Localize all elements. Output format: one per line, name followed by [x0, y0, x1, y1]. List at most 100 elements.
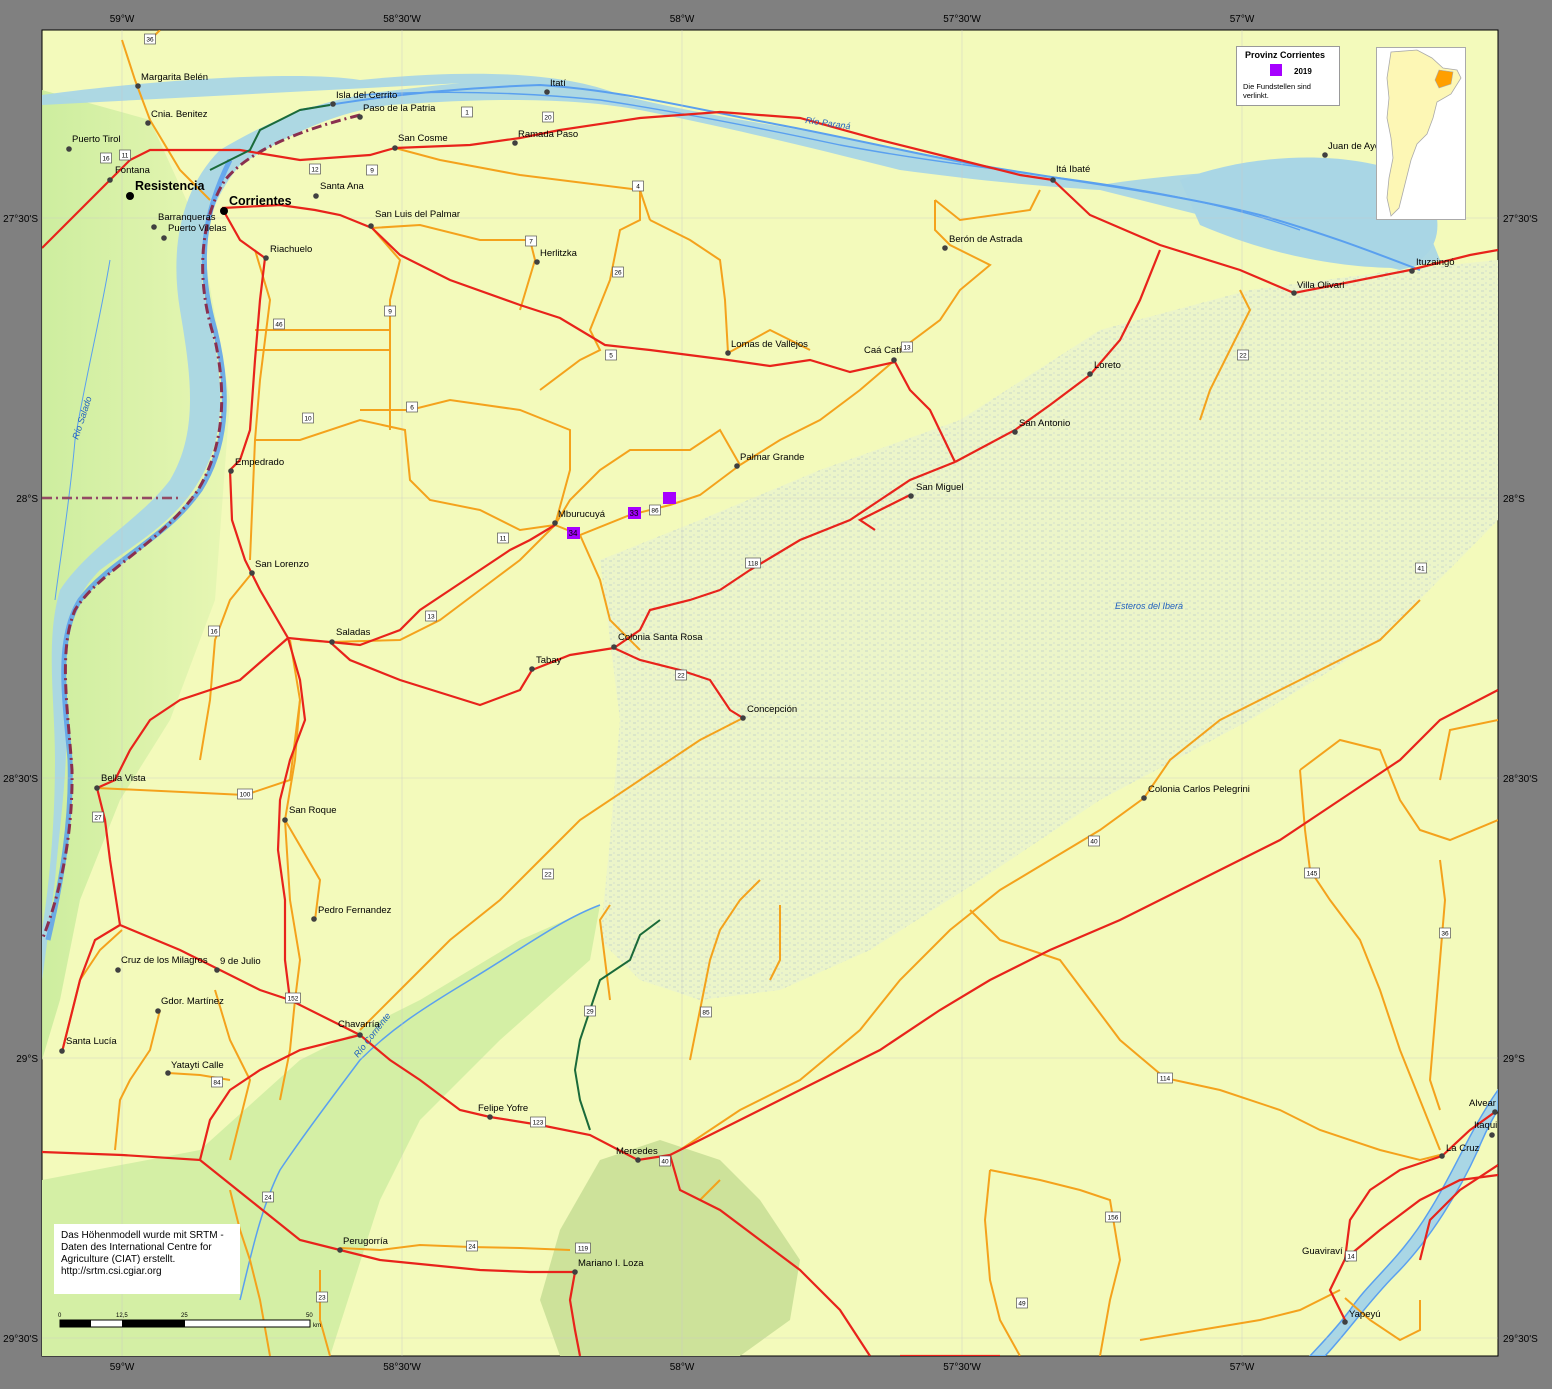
- town-label-alvear: Alvear: [1469, 1098, 1496, 1109]
- coord-bottom-0: 59°W: [110, 1362, 135, 1373]
- route-shield-85: 85: [700, 1006, 712, 1018]
- svg-text:24: 24: [468, 1244, 476, 1251]
- svg-text:114: 114: [1160, 1076, 1171, 1083]
- town-dot-chavarria: [357, 1032, 363, 1038]
- coord-bottom-4: 57°W: [1230, 1362, 1255, 1373]
- route-shield-119: 119: [575, 1242, 591, 1254]
- svg-text:49: 49: [1018, 1301, 1026, 1308]
- credit-line-2: Daten des International Centre for: [61, 1242, 212, 1253]
- route-shield-84: 84: [211, 1076, 223, 1088]
- route-shield-49: 49: [1016, 1297, 1028, 1309]
- town-dot-itaqui: [1489, 1132, 1495, 1138]
- route-shield-36: 36: [1439, 927, 1451, 939]
- town-dot-loreto: [1087, 371, 1093, 377]
- town-label-riachuelo: Riachuelo: [270, 244, 312, 255]
- coord-bottom-2: 58°W: [670, 1362, 695, 1373]
- route-shield-6: 6: [406, 401, 418, 413]
- coord-top-2: 58°W: [670, 14, 695, 25]
- route-shield-29: 29: [584, 1005, 596, 1017]
- town-dot-concepcion: [740, 715, 746, 721]
- svg-text:40: 40: [1090, 839, 1098, 846]
- town-label-caa-cati: Caá Catí: [864, 345, 902, 356]
- svg-text:119: 119: [578, 1246, 589, 1253]
- town-label-mercedes: Mercedes: [616, 1146, 658, 1157]
- town-dot-alvear: [1492, 1109, 1498, 1115]
- town-dot-itati: [544, 89, 550, 95]
- town-dot-palmar-grande: [734, 463, 740, 469]
- svg-text:14: 14: [1347, 1254, 1355, 1261]
- town-dot-ituzaingo: [1409, 268, 1415, 274]
- route-shield-26: 26: [612, 266, 624, 278]
- route-shield-22: 22: [542, 868, 554, 880]
- town-label-yapeyu: Yapeyú: [1349, 1309, 1381, 1320]
- town-label-bella-vista: Bella Vista: [101, 773, 146, 784]
- town-label-palmar-grande: Palmar Grande: [740, 452, 804, 463]
- town-label-cruz-de-los-milagros: Cruz de los Milagros: [121, 955, 208, 966]
- route-shield-7: 7: [525, 235, 537, 247]
- town-label-san-lorenzo: San Lorenzo: [255, 559, 309, 570]
- town-dot-caa-cati: [891, 357, 897, 363]
- route-shield-152: 152: [285, 992, 301, 1004]
- coord-right-0: 27°30'S: [1503, 214, 1538, 225]
- town-dot-riachuelo: [263, 255, 269, 261]
- town-label-santa-lucia: Santa Lucía: [66, 1036, 117, 1047]
- town-label-colonia-carlos-pelegrini: Colonia Carlos Pelegrini: [1148, 784, 1250, 795]
- svg-text:156: 156: [1108, 1215, 1119, 1222]
- town-dot-cnia-benitez: [145, 120, 151, 126]
- town-dot-beron-de-astrada: [942, 245, 948, 251]
- town-dot-yapeyu: [1342, 1319, 1348, 1325]
- town-label-ramada-paso: Ramada Paso: [518, 129, 578, 140]
- town-label-ita-ibate: Itá Ibaté: [1056, 164, 1090, 175]
- svg-text:22: 22: [677, 673, 685, 680]
- town-label-villa-olivari: Villa Olivari: [1297, 280, 1344, 291]
- coord-left-1: 28°S: [16, 494, 38, 505]
- route-shield-12: 12: [309, 163, 321, 175]
- route-shield-156: 156: [1105, 1211, 1121, 1223]
- town-dot-yatayti-calle: [165, 1070, 171, 1076]
- town-dot-margarita-belen: [135, 83, 141, 89]
- town-label-itati: Itatí: [550, 78, 566, 89]
- svg-text:11: 11: [500, 536, 507, 543]
- route-shield-22: 22: [1237, 349, 1249, 361]
- svg-text:6: 6: [410, 405, 414, 412]
- findspot-unlabeled[interactable]: [663, 492, 676, 504]
- town-label-barranqueras: Barranqueras: [158, 212, 216, 223]
- town-label-cnia-benitez: Cnia. Benitez: [151, 109, 208, 120]
- town-label-puerto-tirol: Puerto Tirol: [72, 134, 121, 145]
- svg-text:118: 118: [748, 561, 759, 568]
- coord-bottom-3: 57°30'W: [943, 1362, 981, 1373]
- route-shield-40: 40: [1088, 835, 1100, 847]
- route-shield-114: 114: [1157, 1072, 1173, 1084]
- town-label-san-cosme: San Cosme: [398, 133, 448, 144]
- svg-text:23: 23: [318, 1295, 326, 1302]
- town-dot-ramada-paso: [512, 140, 518, 146]
- town-dot-colonia-santa-rosa: [611, 644, 617, 650]
- town-label-fontana: Fontana: [115, 165, 151, 176]
- town-dot-santa-ana: [313, 193, 319, 199]
- svg-text:9: 9: [388, 309, 392, 316]
- town-label-pedro-fernandez: Pedro Fernandez: [318, 905, 392, 916]
- scale-unit: km: [313, 1323, 321, 1329]
- srtm-credit: Das Höhenmodell wurde mit SRTM - Daten d…: [54, 1224, 240, 1294]
- town-label-ituzaingo: Ituzaingó: [1416, 257, 1455, 268]
- route-shield-10: 10: [302, 412, 314, 424]
- route-shield-23: 23: [316, 1291, 328, 1303]
- legend-findspot-swatch: [1270, 64, 1282, 76]
- svg-text:100: 100: [240, 792, 251, 799]
- scale-tick-12-5: 12,5: [116, 1313, 128, 1319]
- town-dot-lomas-de-vallejos: [725, 350, 731, 356]
- town-label-perugorria: Perugorría: [343, 1236, 389, 1247]
- route-shield-11: 11: [119, 149, 131, 161]
- town-dot-san-cosme: [392, 145, 398, 151]
- town-label-san-roque: San Roque: [289, 805, 337, 816]
- coord-top-4: 57°W: [1230, 14, 1255, 25]
- route-shield-100: 100: [237, 788, 253, 800]
- coord-left-0: 27°30'S: [3, 214, 38, 225]
- svg-text:13: 13: [903, 345, 911, 352]
- town-label-paso-de-la-patria: Paso de la Patria: [363, 103, 436, 114]
- route-shield-22: 22: [675, 669, 687, 681]
- town-dot-mercedes: [635, 1157, 641, 1163]
- town-label-san-luis-del-palmar: San Luis del Palmar: [375, 209, 460, 220]
- town-dot-san-luis-del-palmar: [368, 223, 374, 229]
- scale-tick-50: 50: [306, 1313, 313, 1319]
